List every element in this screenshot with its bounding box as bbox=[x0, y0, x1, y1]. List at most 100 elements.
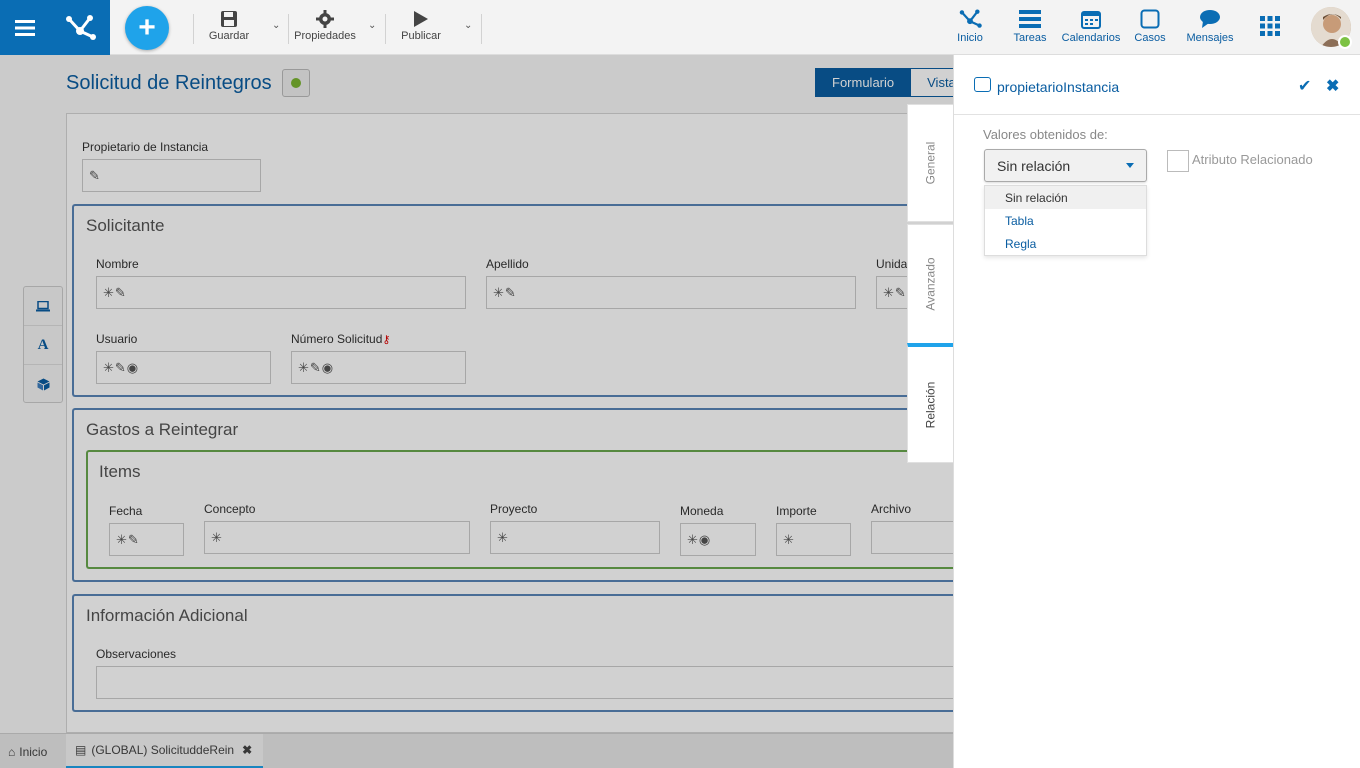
play-icon bbox=[397, 8, 445, 30]
divider bbox=[385, 14, 386, 44]
col-proyecto-input[interactable]: ✳ bbox=[490, 521, 660, 554]
col-importe-input[interactable]: ✳ bbox=[776, 523, 851, 556]
group-title-solicitante: Solicitante bbox=[86, 216, 165, 235]
col-concepto-label: Concepto bbox=[204, 502, 256, 516]
nav-mensajes[interactable]: Mensajes bbox=[1184, 6, 1236, 44]
col-fecha-input[interactable]: ✳✎ bbox=[109, 523, 184, 556]
owner-field-label: Propietario de Instancia bbox=[82, 140, 209, 154]
option-tabla[interactable]: Tabla bbox=[985, 209, 1146, 232]
vtab-general[interactable]: General bbox=[907, 104, 953, 222]
home-logo-icon bbox=[950, 6, 990, 32]
home-icon: ⌂ bbox=[8, 744, 16, 759]
required-icon: ✳ bbox=[497, 529, 509, 545]
divider bbox=[481, 14, 482, 44]
view-tabs: Formulario Vista bbox=[815, 68, 973, 97]
save-icon bbox=[205, 8, 253, 30]
tab-formulario[interactable]: Formulario bbox=[815, 68, 912, 97]
confirm-check-icon[interactable]: ✔ bbox=[1298, 76, 1311, 96]
tasks-icon bbox=[1010, 6, 1050, 32]
chat-bubble-icon bbox=[1184, 6, 1236, 32]
numero-solicitud-input[interactable]: ✳✎◉ bbox=[291, 351, 466, 384]
group-gastos[interactable]: Gastos a Reintegrar Items Fecha ✳✎ Conce… bbox=[72, 408, 959, 582]
key-icon: ⚷ bbox=[382, 334, 391, 346]
properties-button[interactable]: Propiedades bbox=[292, 8, 358, 48]
nav-casos[interactable]: Casos bbox=[1130, 6, 1170, 44]
apps-grid-icon bbox=[1260, 16, 1280, 36]
top-toolbar: + Guardar ⌄ Propiedades ⌄ Publicar ⌄ Ini… bbox=[0, 0, 1360, 55]
nav-calendarios[interactable]: Calendarios bbox=[1060, 6, 1122, 44]
vtab-relacion-label: Relación bbox=[923, 381, 938, 428]
save-dropdown-chevron-icon[interactable]: ⌄ bbox=[272, 20, 280, 31]
col-proyecto-label: Proyecto bbox=[490, 502, 538, 516]
status-dot-icon bbox=[291, 78, 301, 88]
usuario-input[interactable]: ✳✎◉ bbox=[96, 351, 271, 384]
close-icon[interactable]: ✖ bbox=[1326, 76, 1339, 96]
vtab-avanzado-label: Avanzado bbox=[923, 257, 938, 311]
form-status-button[interactable] bbox=[282, 69, 310, 97]
group-solicitante[interactable]: Solicitante Nombre ✳✎ Apellido ✳✎ Unida … bbox=[72, 204, 957, 397]
related-attribute-label: Atributo Relacionado bbox=[1192, 152, 1313, 167]
vtab-relacion[interactable]: Relación bbox=[907, 343, 953, 463]
nav-calendarios-label: Calendarios bbox=[1061, 32, 1121, 44]
property-panel: propietarioInstancia ✔ ✖ Valores obtenid… bbox=[953, 55, 1360, 768]
publish-button[interactable]: Publicar bbox=[397, 8, 445, 48]
properties-label: Propiedades bbox=[294, 30, 356, 42]
items-grid[interactable]: Items Fecha ✳✎ Concepto ✳ Proyecto ✳ Mon… bbox=[86, 450, 959, 569]
related-attribute-checkbox[interactable] bbox=[1167, 150, 1189, 172]
apellido-input[interactable]: ✳✎ bbox=[486, 276, 856, 309]
nav-tareas-label: Tareas bbox=[1013, 32, 1047, 44]
vtab-avanzado[interactable]: Avanzado bbox=[907, 224, 953, 344]
save-button[interactable]: Guardar bbox=[205, 8, 253, 48]
nav-inicio-label: Inicio bbox=[957, 32, 983, 44]
apps-grid-button[interactable] bbox=[1258, 16, 1282, 39]
required-pencil-icon: ✳✎ bbox=[493, 284, 517, 300]
cube-icon[interactable] bbox=[24, 365, 62, 404]
unidad-label: Unida bbox=[876, 257, 908, 271]
usuario-label: Usuario bbox=[96, 332, 138, 346]
close-tab-icon[interactable]: ✖ bbox=[242, 743, 252, 757]
app-logo[interactable] bbox=[50, 0, 110, 55]
owner-input[interactable]: ✎ bbox=[82, 159, 261, 192]
col-moneda-input[interactable]: ✳◉ bbox=[680, 523, 756, 556]
panel-title: propietarioInstancia bbox=[997, 79, 1120, 95]
nav-tareas[interactable]: Tareas bbox=[1010, 6, 1050, 44]
bottom-tab-document[interactable]: ▤ (GLOBAL) SolicituddeRein ✖ bbox=[66, 734, 263, 768]
text-tool-button[interactable]: A bbox=[24, 326, 62, 365]
col-importe-label: Importe bbox=[776, 504, 817, 518]
col-archivo-label: Archivo bbox=[871, 502, 912, 516]
group-title-info: Información Adicional bbox=[86, 606, 248, 625]
col-concepto-input[interactable]: ✳ bbox=[204, 521, 470, 554]
group-info-adicional[interactable]: Información Adicional Observaciones bbox=[72, 594, 957, 712]
properties-dropdown-chevron-icon[interactable]: ⌄ bbox=[368, 20, 376, 31]
panel-header: propietarioInstancia ✔ ✖ bbox=[954, 55, 1360, 115]
side-toolbox: A bbox=[23, 286, 63, 403]
nav-inicio[interactable]: Inicio bbox=[950, 6, 990, 44]
field-type-icon bbox=[974, 77, 991, 92]
bottom-tab-document-label: (GLOBAL) SolicituddeRein bbox=[91, 743, 235, 757]
laptop-icon[interactable] bbox=[24, 287, 62, 326]
observaciones-label: Observaciones bbox=[96, 647, 177, 661]
option-sin-relacion[interactable]: Sin relación bbox=[985, 186, 1146, 209]
required-icon: ✳ bbox=[783, 531, 795, 547]
observaciones-input[interactable] bbox=[96, 666, 956, 699]
required-pencil-icon: ✳✎ bbox=[103, 284, 127, 300]
hamburger-icon bbox=[15, 19, 35, 36]
relation-select[interactable]: Sin relación bbox=[984, 149, 1147, 182]
nombre-input[interactable]: ✳✎ bbox=[96, 276, 466, 309]
col-archivo-input[interactable] bbox=[871, 521, 959, 554]
required-pencil-icon: ✳✎ bbox=[116, 531, 140, 547]
hamburger-menu-button[interactable] bbox=[0, 0, 50, 55]
publish-dropdown-chevron-icon[interactable]: ⌄ bbox=[464, 20, 472, 31]
calendar-icon bbox=[1060, 6, 1122, 32]
publish-label: Publicar bbox=[401, 30, 441, 42]
logo-icon bbox=[66, 14, 96, 40]
nav-mensajes-label: Mensajes bbox=[1186, 32, 1234, 44]
option-regla[interactable]: Regla bbox=[985, 232, 1146, 255]
bottom-tab-inicio[interactable]: ⌂ Inicio bbox=[8, 734, 47, 768]
col-moneda-label: Moneda bbox=[680, 504, 724, 518]
relation-select-value: Sin relación bbox=[997, 157, 1071, 174]
required-pencil-icon: ✳✎ bbox=[883, 284, 907, 300]
values-from-label: Valores obtenidos de: bbox=[983, 127, 1108, 142]
add-button[interactable]: + bbox=[125, 6, 169, 50]
items-title: Items bbox=[99, 462, 141, 481]
